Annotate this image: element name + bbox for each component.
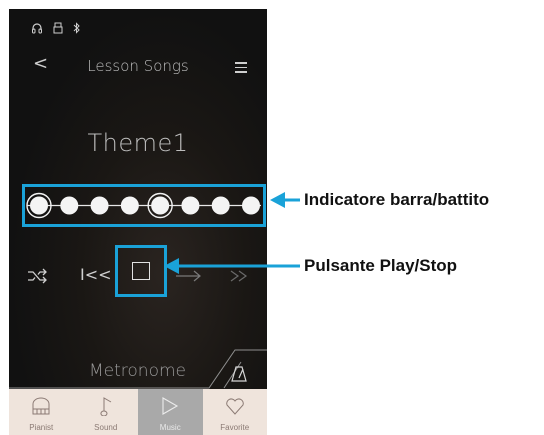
play-icon (162, 397, 179, 415)
usb-icon (53, 22, 63, 34)
note-icon (100, 397, 111, 416)
page-title: Lesson Songs (87, 57, 189, 75)
tab-bar: Pianist Sound Music Favorite (9, 389, 267, 435)
list-icon[interactable] (231, 59, 247, 73)
forward-arrow-icon (176, 270, 201, 282)
metronome-icon[interactable] (231, 365, 247, 383)
beat-dot (211, 196, 230, 215)
beat-indicator (22, 184, 266, 227)
tab-label: Music (159, 423, 181, 432)
tab-label: Favorite (220, 423, 250, 432)
tab-label: Sound (94, 423, 118, 432)
shuffle-icon[interactable] (27, 268, 49, 284)
heart-icon (225, 398, 244, 415)
header-bar: < Lesson Songs (9, 51, 267, 81)
beat-dot (242, 196, 260, 215)
metronome-bar[interactable]: Metronome (9, 349, 267, 389)
bluetooth-icon (73, 22, 80, 34)
beat-indicator-callout: Indicatore barra/battito (304, 190, 490, 209)
beat-dot (181, 196, 200, 215)
tab-sound[interactable]: Sound (74, 389, 139, 435)
status-bar (31, 21, 81, 35)
tab-label: Pianist (29, 423, 54, 432)
rewind-button[interactable]: I<< (80, 265, 112, 284)
song-title: Theme1 (87, 129, 189, 157)
beat-dot-accent (26, 192, 52, 219)
stop-icon (132, 262, 150, 280)
headphones-icon (32, 23, 42, 34)
beat-dot (120, 196, 139, 215)
play-stop-button[interactable] (115, 245, 167, 297)
tab-favorite[interactable]: Favorite (203, 389, 268, 435)
beat-dot (90, 196, 109, 215)
next-icon (230, 270, 248, 282)
beat-dot-accent (147, 192, 173, 219)
metronome-label: Metronome (89, 361, 187, 381)
tab-music[interactable]: Music (138, 389, 203, 435)
app-screen: < Lesson Songs Theme1 I<< Metronome Pian… (9, 9, 267, 435)
play-stop-callout: Pulsante Play/Stop (304, 256, 458, 275)
tab-pianist[interactable]: Pianist (9, 389, 74, 435)
piano-icon (32, 397, 50, 415)
beat-dot (60, 196, 79, 215)
